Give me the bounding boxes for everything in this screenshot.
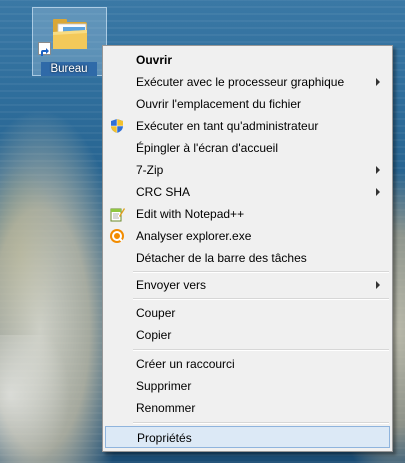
menu-item-label: Analyser explorer.exe	[136, 229, 252, 243]
menu-item-label: Renommer	[136, 401, 196, 415]
shortcut-arrow-icon	[38, 42, 51, 56]
menu-item-properties[interactable]: Propriétés	[105, 426, 390, 448]
menu-item-cut[interactable]: Couper	[105, 302, 390, 324]
menu-item-label: Edit with Notepad++	[136, 207, 245, 221]
menu-item-label: Couper	[136, 306, 176, 320]
submenu-arrow-icon	[376, 281, 380, 289]
menu-item-pin-to-start[interactable]: Épingler à l'écran d'accueil	[105, 137, 390, 159]
uac-shield-icon	[109, 118, 125, 134]
antivirus-scan-icon	[109, 228, 125, 244]
menu-item-label: Exécuter avec le processeur graphique	[136, 75, 345, 89]
menu-item-ouvrir[interactable]: Ouvrir	[105, 49, 390, 71]
submenu-arrow-icon	[376, 166, 380, 174]
menu-item-label: Ouvrir l'emplacement du fichier	[136, 97, 302, 111]
submenu-arrow-icon	[376, 188, 380, 196]
menu-item-label: Créer un raccourci	[136, 357, 235, 371]
menu-separator	[133, 422, 389, 424]
wallpaper-foam	[0, 335, 70, 463]
menu-item-open-file-location[interactable]: Ouvrir l'emplacement du fichier	[105, 93, 390, 115]
menu-item-label: Ouvrir	[136, 53, 173, 67]
menu-item-create-shortcut[interactable]: Créer un raccourci	[105, 353, 390, 375]
menu-item-label: Détacher de la barre des tâches	[136, 251, 307, 265]
menu-separator	[133, 271, 389, 273]
menu-item-label: Supprimer	[136, 379, 192, 393]
folder-icon	[50, 14, 90, 58]
menu-item-crc-sha[interactable]: CRC SHA	[105, 181, 390, 203]
menu-item-label: CRC SHA	[136, 185, 191, 199]
menu-separator	[133, 298, 389, 300]
menu-item-run-as-admin[interactable]: Exécuter en tant qu'administrateur	[105, 115, 390, 137]
context-menu: Ouvrir Exécuter avec le processeur graph…	[102, 45, 393, 452]
menu-item-send-to[interactable]: Envoyer vers	[105, 274, 390, 296]
menu-item-edit-notepadpp[interactable]: Edit with Notepad++	[105, 203, 390, 225]
menu-item-rename[interactable]: Renommer	[105, 397, 390, 419]
menu-item-delete[interactable]: Supprimer	[105, 375, 390, 397]
submenu-arrow-icon	[376, 78, 380, 86]
menu-item-label: Copier	[136, 328, 172, 342]
menu-item-scan-explorer[interactable]: Analyser explorer.exe	[105, 225, 390, 247]
menu-item-label: Propriétés	[137, 431, 192, 445]
menu-item-label: Épingler à l'écran d'accueil	[136, 141, 278, 155]
menu-separator	[133, 349, 389, 351]
menu-item-label: Exécuter en tant qu'administrateur	[136, 119, 319, 133]
menu-item-copy[interactable]: Copier	[105, 324, 390, 346]
desktop-icon-label: Bureau	[41, 62, 97, 76]
menu-item-unpin-taskbar[interactable]: Détacher de la barre des tâches	[105, 247, 390, 269]
menu-item-label: Envoyer vers	[136, 278, 207, 292]
desktop-icon-bureau[interactable]: Bureau	[32, 7, 107, 76]
menu-item-run-with-gpu[interactable]: Exécuter avec le processeur graphique	[105, 71, 390, 93]
menu-item-label: 7-Zip	[136, 163, 164, 177]
menu-item-7zip[interactable]: 7-Zip	[105, 159, 390, 181]
notepad-plus-plus-icon	[109, 206, 125, 222]
